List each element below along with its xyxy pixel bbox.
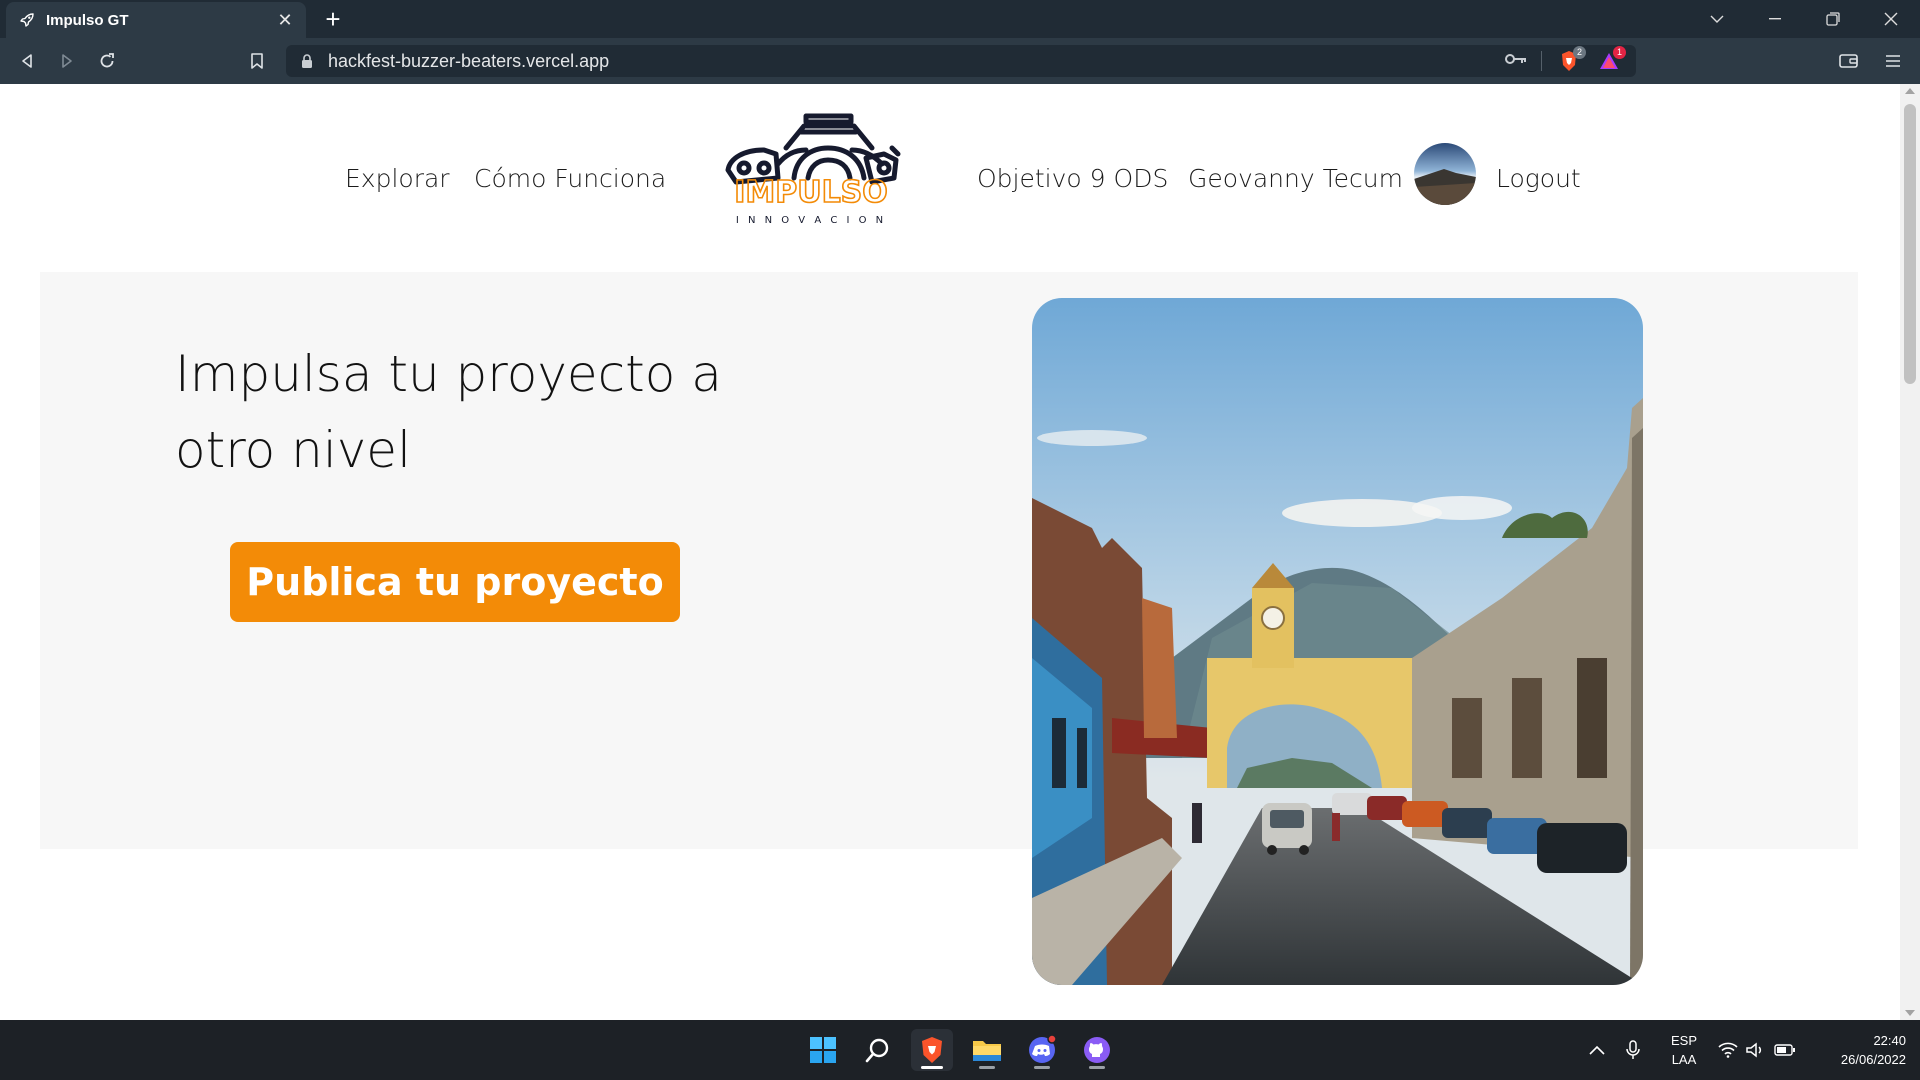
close-tab-icon[interactable]: ✕ [276,10,294,30]
discord-icon[interactable] [1021,1029,1063,1071]
language-indicator[interactable]: ESP LAA [1668,1031,1700,1069]
site-navbar: Explorar Cómo Funciona IMPULSO I N N O V… [0,84,1900,274]
address-bar-actions: 2 1 [1505,46,1626,74]
brave-rewards-icon[interactable]: 1 [1596,46,1626,74]
running-app-indicator [979,1066,995,1069]
hero-title-line-2: otro nivel [175,421,411,479]
back-icon[interactable] [12,46,42,76]
restore-icon[interactable] [1804,0,1862,38]
keyboard-layout: LAA [1671,1052,1697,1067]
reload-icon[interactable] [92,46,122,76]
tab-search-icon[interactable] [1688,0,1746,38]
bookmark-icon[interactable] [242,46,272,76]
clock-time: 22:40 [1873,1033,1906,1048]
nav-link-objetivo-9-ods[interactable]: Objetivo 9 ODS [977,164,1168,193]
nav-link-explorar[interactable]: Explorar [345,164,450,193]
battery-icon[interactable] [1774,1020,1796,1080]
logo-wordmark: IMPULSO [734,175,888,210]
close-window-icon[interactable] [1862,0,1920,38]
wallet-icon[interactable] [1834,46,1864,76]
lock-icon[interactable] [298,54,316,68]
tab-title: Impulso GT [46,11,129,29]
publica-tu-proyecto-button[interactable]: Publica tu proyecto [230,542,680,622]
address-bar[interactable]: hackfest-buzzer-beaters.vercel.app 2 1 [286,45,1636,77]
scroll-up-icon[interactable] [1905,88,1915,94]
search-icon[interactable] [857,1029,899,1071]
microphone-icon[interactable] [1626,1020,1640,1080]
avatar[interactable] [1414,143,1476,205]
nav-link-como-funciona[interactable]: Cómo Funciona [474,164,666,193]
rocket-icon [18,11,36,29]
hero-title-line-1: Impulsa tu proyecto a [175,345,722,403]
scroll-down-icon[interactable] [1905,1010,1915,1016]
forward-icon[interactable] [52,46,82,76]
language-code: ESP [1670,1033,1697,1048]
key-icon[interactable] [1505,52,1527,70]
nav-link-user-name[interactable]: Geovanny Tecum [1188,164,1403,193]
show-hidden-icons-icon[interactable] [1588,1020,1606,1080]
url-text[interactable]: hackfest-buzzer-beaters.vercel.app [328,51,609,72]
github-desktop-icon[interactable] [1076,1029,1118,1071]
volume-icon[interactable] [1746,1020,1764,1080]
divider [1541,51,1542,71]
logout-link[interactable]: Logout [1496,164,1581,193]
shields-count-badge: 2 [1573,46,1586,59]
antigua-guatemala-arch-image [1032,298,1643,985]
menu-icon[interactable] [1878,46,1908,76]
clock-date: 26/06/2022 [1840,1052,1906,1067]
running-app-indicator [1089,1066,1105,1069]
scrollbar-thumb[interactable] [1904,104,1916,384]
browser-tab[interactable]: Impulso GT ✕ [6,2,306,38]
running-app-indicator [1034,1066,1050,1069]
impulso-logo[interactable]: IMPULSO I N N O V A C I O N [716,108,906,228]
brave-browser-icon[interactable] [911,1029,953,1071]
rewards-count-badge: 1 [1613,46,1626,59]
window-controls [1688,0,1920,38]
brave-shields-icon[interactable]: 2 [1556,46,1586,74]
browser-tab-bar: Impulso GT ✕ + [0,0,1920,38]
system-clock[interactable]: 22:40 26/06/2022 [1810,1031,1906,1069]
minimize-icon[interactable] [1746,0,1804,38]
windows-start-icon[interactable] [802,1029,844,1071]
new-tab-button[interactable]: + [318,4,348,34]
windows-taskbar: ESP LAA 22:40 26/06/2022 [0,1020,1920,1080]
page-scrollbar[interactable] [1900,84,1920,1020]
logo-subtext: I N N O V A C I O N [736,215,886,226]
file-explorer-icon[interactable] [966,1029,1008,1071]
hero-title: Impulsa tu proyecto a otro nivel [175,336,735,488]
web-page: Explorar Cómo Funciona IMPULSO I N N O V… [0,84,1900,1020]
active-app-indicator [921,1066,943,1069]
wifi-icon[interactable] [1718,1020,1738,1080]
